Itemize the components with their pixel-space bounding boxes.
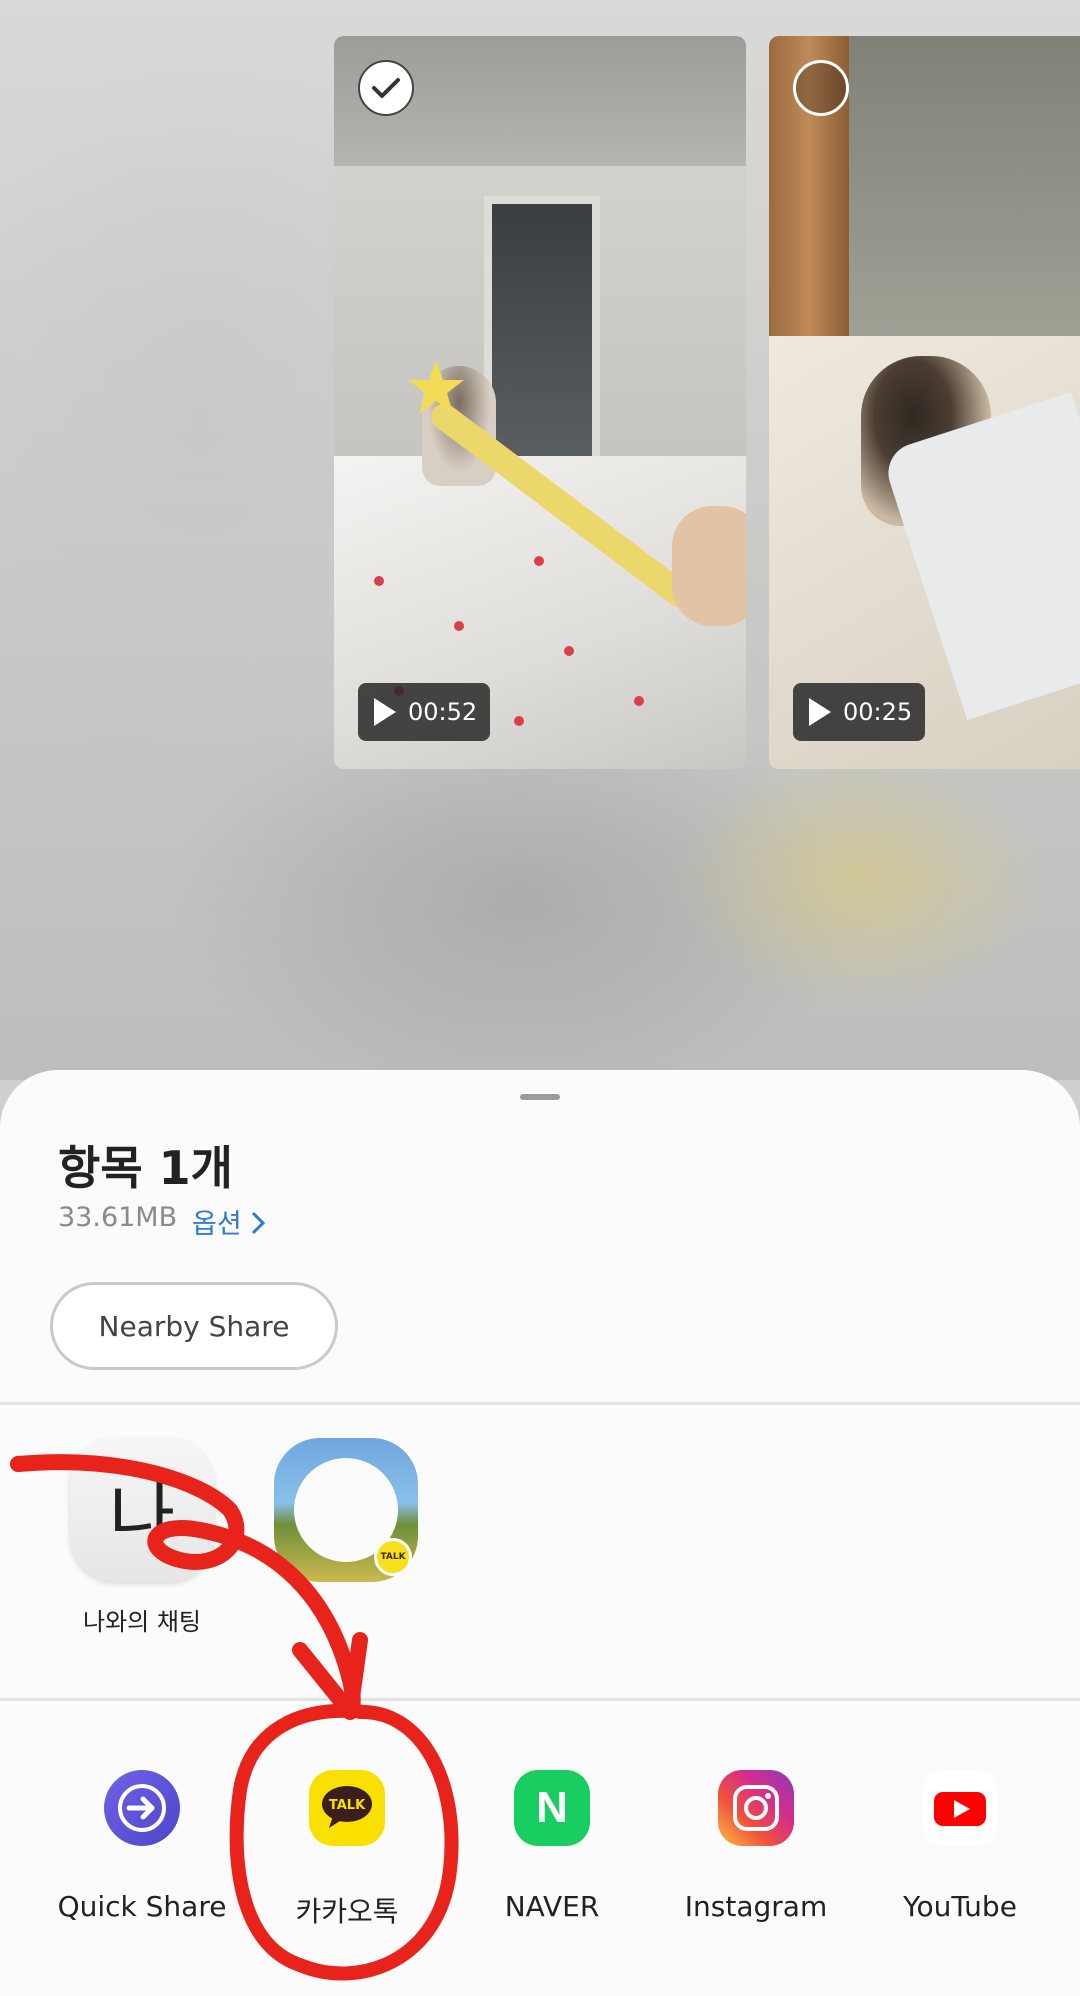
play-icon [809,698,831,726]
app-youtube[interactable]: YouTube [860,1770,1060,1923]
app-quick-share[interactable]: Quick Share [42,1770,242,1923]
app-naver[interactable]: N NAVER [452,1770,652,1923]
svg-text:TALK: TALK [329,1798,366,1813]
contact-kakao-me[interactable]: 나 나와의 채팅 [70,1438,214,1637]
unselected-circle-icon[interactable] [793,60,849,116]
kakaotalk-icon: TALK [309,1770,385,1846]
share-title: 항목 1개 [58,1141,233,1195]
divider [0,1698,1080,1701]
divider [0,1402,1080,1405]
instagram-icon [718,1770,794,1846]
naver-icon: N [514,1770,590,1846]
app-label: 카카오톡 [295,1895,399,1928]
app-label: Quick Share [57,1890,227,1923]
options-link[interactable]: 옵션 [192,1202,266,1241]
chevron-right-icon [252,1211,266,1235]
file-size: 33.61MB [58,1202,178,1233]
video-duration-badge: 00:25 [793,683,925,741]
kakao-me-icon: 나 [70,1438,214,1582]
contact-profile[interactable]: TALK [274,1438,418,1582]
thumbnail-scene [829,36,1080,366]
hand [672,506,746,626]
video-thumbnail[interactable]: 00:25 [769,36,1080,769]
options-label: 옵션 [192,1209,242,1240]
quick-share-icon [104,1770,180,1846]
youtube-icon [922,1770,998,1846]
duration-text: 00:25 [843,698,913,726]
selected-check-icon[interactable] [358,60,414,116]
app-kakaotalk[interactable]: TALK 카카오톡 [247,1770,447,1930]
video-duration-badge: 00:52 [358,683,490,741]
play-icon [374,698,396,726]
video-thumbnail-selected[interactable]: 00:52 [334,36,746,769]
sheet-drag-handle[interactable] [520,1094,560,1100]
contact-label: 나와의 채팅 [82,1608,202,1636]
app-label: YouTube [903,1890,1017,1923]
app-instagram[interactable]: Instagram [656,1770,856,1923]
duration-text: 00:52 [408,698,478,726]
nearby-share-button[interactable]: Nearby Share [50,1282,338,1370]
app-label: NAVER [504,1890,600,1923]
star-icon [408,360,464,414]
kakaotalk-badge-icon: TALK [374,1538,412,1576]
app-label: Instagram [684,1890,828,1923]
